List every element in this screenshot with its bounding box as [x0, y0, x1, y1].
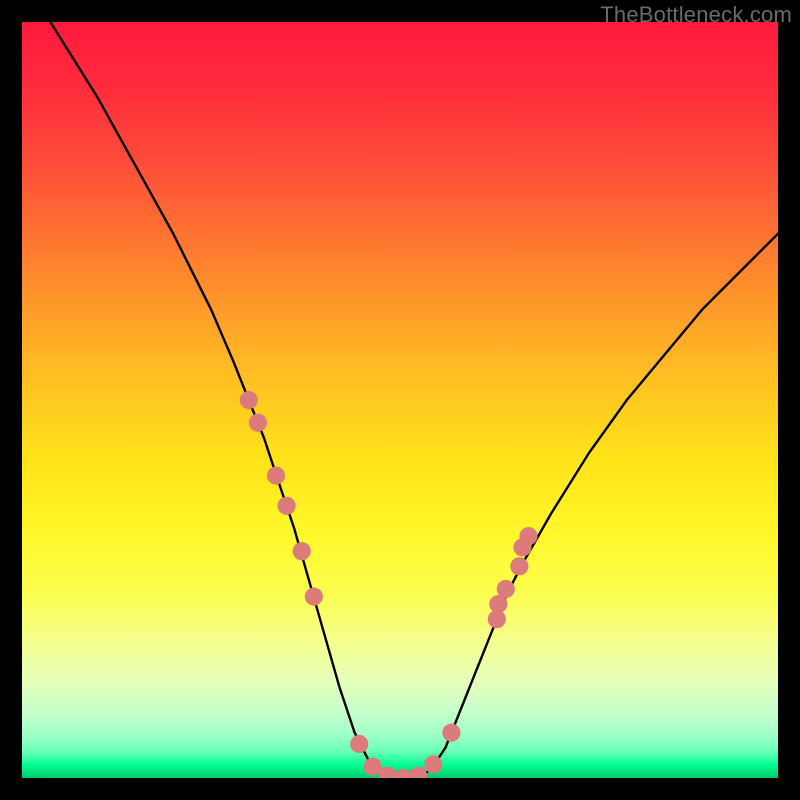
curve-marker	[519, 527, 537, 545]
curve-marker	[267, 467, 285, 485]
chart-container: TheBottleneck.com	[0, 0, 800, 800]
bottleneck-curve	[22, 22, 778, 778]
curve-marker	[249, 414, 267, 432]
curve-marker	[510, 557, 528, 575]
curve-marker	[424, 755, 442, 773]
plot-area	[22, 22, 778, 778]
curve-svg	[22, 22, 778, 778]
curve-marker	[442, 724, 460, 742]
curve-marker	[497, 580, 515, 598]
curve-marker	[364, 758, 382, 776]
curve-marker	[409, 767, 427, 778]
curve-markers	[240, 391, 538, 778]
curve-marker	[278, 497, 296, 515]
curve-marker	[350, 735, 368, 753]
curve-marker	[293, 542, 311, 560]
curve-marker	[305, 588, 323, 606]
curve-marker	[240, 391, 258, 409]
